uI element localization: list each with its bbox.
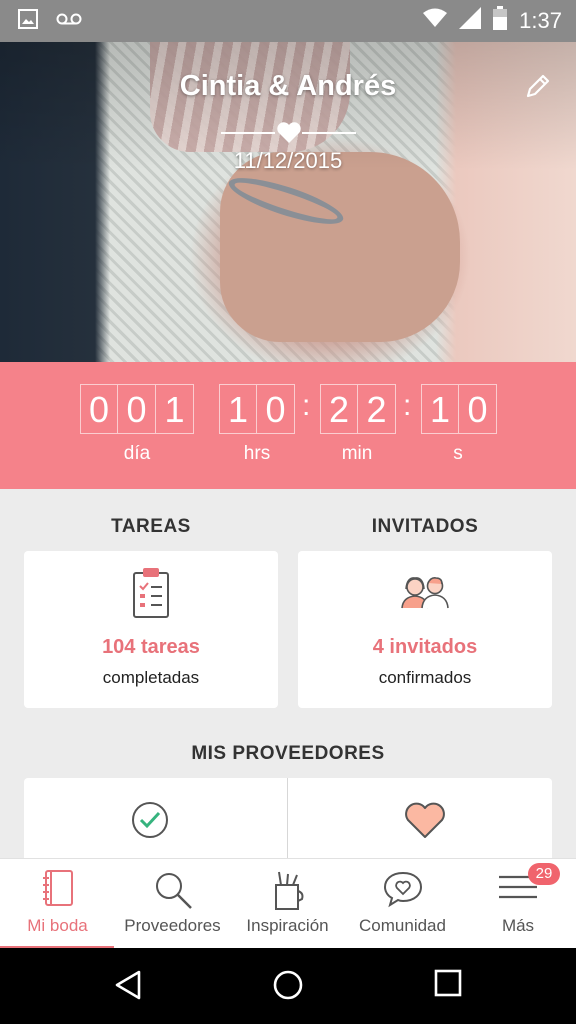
home-icon[interactable] — [271, 968, 305, 1007]
guests-card[interactable]: 4 invitados confirmados — [298, 551, 552, 708]
countdown-digit: 0 — [459, 384, 497, 434]
system-navigation-bar — [0, 948, 576, 1024]
guests-section-title: INVITADOS — [371, 516, 479, 537]
nav-mi-boda[interactable]: Mi boda — [0, 859, 115, 949]
heart-divider — [221, 121, 356, 145]
recents-icon[interactable] — [433, 968, 463, 1003]
countdown-digit: 0 — [80, 384, 118, 434]
nav-comunidad[interactable]: Comunidad — [345, 859, 460, 949]
countdown-digit: 1 — [219, 384, 257, 434]
wedding-countdown: 0 0 1 1 0 : 2 2 : 1 0 día hrs min s — [0, 362, 576, 489]
battery-icon — [493, 6, 508, 35]
chat-heart-icon — [382, 869, 424, 914]
couple-names: Cintia & Andrés — [179, 70, 397, 102]
voicemail-icon — [56, 12, 82, 31]
check-circle-icon[interactable] — [130, 800, 170, 845]
status-time: 1:37 — [519, 7, 562, 33]
countdown-label-seconds: s — [453, 443, 463, 464]
countdown-label-days: día — [123, 443, 151, 464]
guests-count: 4 invitados — [372, 636, 478, 658]
countdown-separator: : — [403, 389, 412, 422]
tasks-card[interactable]: 104 tareas completadas — [24, 551, 278, 708]
nav-label: Inspiración — [246, 916, 329, 935]
notification-badge: 29 — [528, 863, 560, 885]
providers-divider — [287, 778, 288, 868]
countdown-seconds: 1 0 — [421, 384, 497, 434]
inspiration-icon — [271, 869, 305, 916]
search-icon — [152, 869, 194, 916]
providers-section-title: MIS PROVEEDORES — [191, 743, 385, 764]
image-icon — [18, 9, 38, 34]
guests-subtitle: confirmados — [378, 668, 472, 687]
countdown-minutes: 2 2 — [320, 384, 396, 434]
tasks-section-title: TAREAS — [111, 516, 191, 537]
countdown-label-hours: hrs — [243, 443, 271, 464]
heart-icon[interactable] — [404, 802, 446, 845]
countdown-hours: 1 0 — [219, 384, 295, 434]
tasks-count: 104 tareas — [102, 636, 200, 658]
nav-label: Comunidad — [359, 916, 446, 935]
signal-icon — [459, 7, 482, 34]
nav-inspiracion[interactable]: Inspiración — [230, 859, 345, 949]
countdown-digit: 0 — [118, 384, 156, 434]
clipboard-checklist-icon — [131, 567, 171, 624]
countdown-label-minutes: min — [341, 443, 373, 464]
countdown-digit: 0 — [257, 384, 295, 434]
heart-icon — [276, 121, 302, 150]
bottom-navigation: Mi boda Proveedores Inspiración Comunida… — [0, 858, 576, 949]
countdown-digit: 2 — [358, 384, 396, 434]
nav-label: Mi boda — [27, 916, 88, 935]
providers-card[interactable] — [24, 778, 552, 868]
nav-label: Más — [501, 916, 535, 935]
countdown-digit: 1 — [156, 384, 194, 434]
countdown-days: 0 0 1 — [80, 384, 194, 434]
nav-label: Proveedores — [124, 916, 221, 935]
wifi-icon — [423, 8, 448, 33]
status-bar: 1:37 — [0, 0, 576, 42]
countdown-separator: : — [302, 389, 311, 422]
guests-couple-icon — [398, 573, 452, 614]
couple-photo-header: Cintia & Andrés 11/12/2015 — [0, 42, 576, 362]
edit-pencil-icon[interactable] — [524, 72, 552, 105]
countdown-digit: 2 — [320, 384, 358, 434]
wedding-date: 11/12/2015 — [233, 148, 343, 173]
countdown-digit: 1 — [421, 384, 459, 434]
notebook-icon — [41, 869, 75, 914]
nav-proveedores[interactable]: Proveedores — [115, 859, 230, 949]
back-icon[interactable] — [112, 968, 144, 1007]
tasks-subtitle: completadas — [102, 668, 200, 687]
